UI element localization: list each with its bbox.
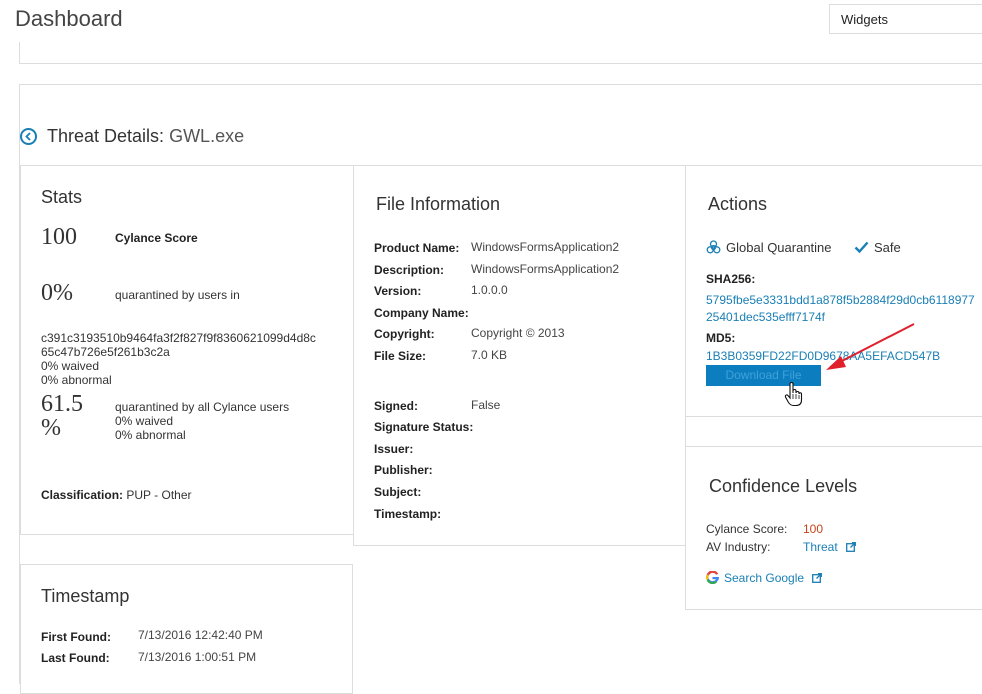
file-size-label: File Size: xyxy=(374,349,427,363)
search-google-label: Search Google xyxy=(724,571,805,585)
global-quarantine-label: Global Quarantine xyxy=(726,240,832,255)
company-name-label: Company Name: xyxy=(374,306,469,320)
all-users-waived: 0% waived xyxy=(115,414,174,428)
search-google-link[interactable]: Search Google xyxy=(706,570,823,585)
google-icon xyxy=(706,570,720,585)
last-found-label: Last Found: xyxy=(41,651,110,665)
product-name-link[interactable]: WindowsFormsApplication2 xyxy=(471,240,619,254)
widgets-dropdown[interactable]: Widgets xyxy=(829,4,982,34)
first-found-value: 7/13/2016 12:42:40 PM xyxy=(138,628,263,642)
top-panel xyxy=(19,42,982,64)
confidence-card: Confidence Levels Cylance Score: 100 AV … xyxy=(685,446,982,610)
confidence-title: Confidence Levels xyxy=(709,476,858,496)
back-icon[interactable] xyxy=(20,128,37,145)
all-users-abnormal: 0% abnormal xyxy=(115,428,186,442)
threat-details-title: Threat Details: GWL.exe xyxy=(47,126,244,147)
signed-label: Signed: xyxy=(374,399,418,413)
external-link-icon xyxy=(846,542,856,552)
description-label: Description: xyxy=(374,263,445,277)
av-industry-label: AV Industry: xyxy=(706,540,771,554)
first-found-label: First Found: xyxy=(41,630,111,644)
tenant-hash-line1: c391c3193510b9464fa3f2f827f9f8360621099d… xyxy=(41,331,316,345)
file-info-card: File Information Product Name: WindowsFo… xyxy=(353,165,686,546)
version-value: 1.0.0.0 xyxy=(471,283,508,297)
biohazard-icon xyxy=(706,240,721,254)
stats-card: Stats 100 Cylance Score 0% quarantined b… xyxy=(20,165,354,535)
signature-status-label: Signature Status: xyxy=(374,420,474,434)
hand-cursor-icon xyxy=(784,382,803,407)
description-link[interactable]: WindowsFormsApplication2 xyxy=(471,262,619,276)
threat-file-name: GWL.exe xyxy=(169,126,245,146)
waived-percent: 0% waived xyxy=(41,359,100,373)
global-quarantine-button[interactable]: Global Quarantine xyxy=(706,240,832,255)
version-label: Version: xyxy=(374,284,422,298)
safe-button[interactable]: Safe xyxy=(854,240,901,255)
timestamp-label: Timestamp: xyxy=(374,507,442,521)
file-size-value: 7.0 KB xyxy=(471,348,508,362)
abnormal-percent: 0% abnormal xyxy=(41,373,112,387)
signed-value: False xyxy=(471,398,501,412)
cylance-score-conf-label: Cylance Score: xyxy=(706,522,788,536)
timestamp-card: Timestamp First Found: 7/13/2016 12:42:4… xyxy=(20,564,353,694)
file-info-title: File Information xyxy=(376,194,501,214)
product-name-label: Product Name: xyxy=(374,241,460,255)
cylance-score-label: Cylance Score xyxy=(115,231,198,245)
all-users-label: quarantined by all Cylance users xyxy=(115,400,290,414)
classification-label: Classification: xyxy=(41,488,124,502)
all-users-percent-sign: % xyxy=(41,415,61,441)
quarantine-label: quarantined by users in xyxy=(115,288,240,302)
all-users-percent: 61.5 % xyxy=(41,392,83,440)
threat-details-label: Threat Details: xyxy=(47,126,165,146)
sha256-label: SHA256: xyxy=(706,272,756,286)
stats-title: Stats xyxy=(41,187,83,207)
actions-title: Actions xyxy=(708,194,768,214)
av-industry-value: Threat xyxy=(803,540,838,554)
subject-label: Subject: xyxy=(374,485,422,499)
copyright-value: Copyright © 2013 xyxy=(471,326,565,340)
all-users-percent-num: 61.5 xyxy=(41,391,83,417)
tenant-hash-line2: 65c47b726e5f261b3c2a xyxy=(41,345,170,359)
av-industry-link[interactable]: Threat xyxy=(803,540,856,554)
issuer-label: Issuer: xyxy=(374,442,414,456)
annotation-arrow-icon xyxy=(826,323,915,370)
sha256-line1[interactable]: 5795fbe5e3331bdd1a878f5b2884f29d0cb61189… xyxy=(706,293,975,307)
quarantine-percent: 0% xyxy=(41,280,73,306)
widgets-label: Widgets xyxy=(841,12,888,27)
safe-label: Safe xyxy=(874,240,901,255)
md5-label: MD5: xyxy=(706,331,736,345)
cylance-score-conf-value: 100 xyxy=(803,522,824,536)
last-found-value: 7/13/2016 1:00:51 PM xyxy=(138,650,257,664)
timestamp-title: Timestamp xyxy=(41,586,130,606)
cylance-score-value: 100 xyxy=(41,224,77,250)
sha256-line2[interactable]: 25401dec535efff7174f xyxy=(706,310,825,324)
classification-value: PUP - Other xyxy=(126,488,192,502)
page-title: Dashboard xyxy=(15,6,123,31)
checkmark-icon xyxy=(854,241,869,254)
classification: Classification: PUP - Other xyxy=(41,488,192,502)
copyright-label: Copyright: xyxy=(374,327,435,341)
external-link-icon xyxy=(812,573,823,583)
publisher-label: Publisher: xyxy=(374,463,433,477)
